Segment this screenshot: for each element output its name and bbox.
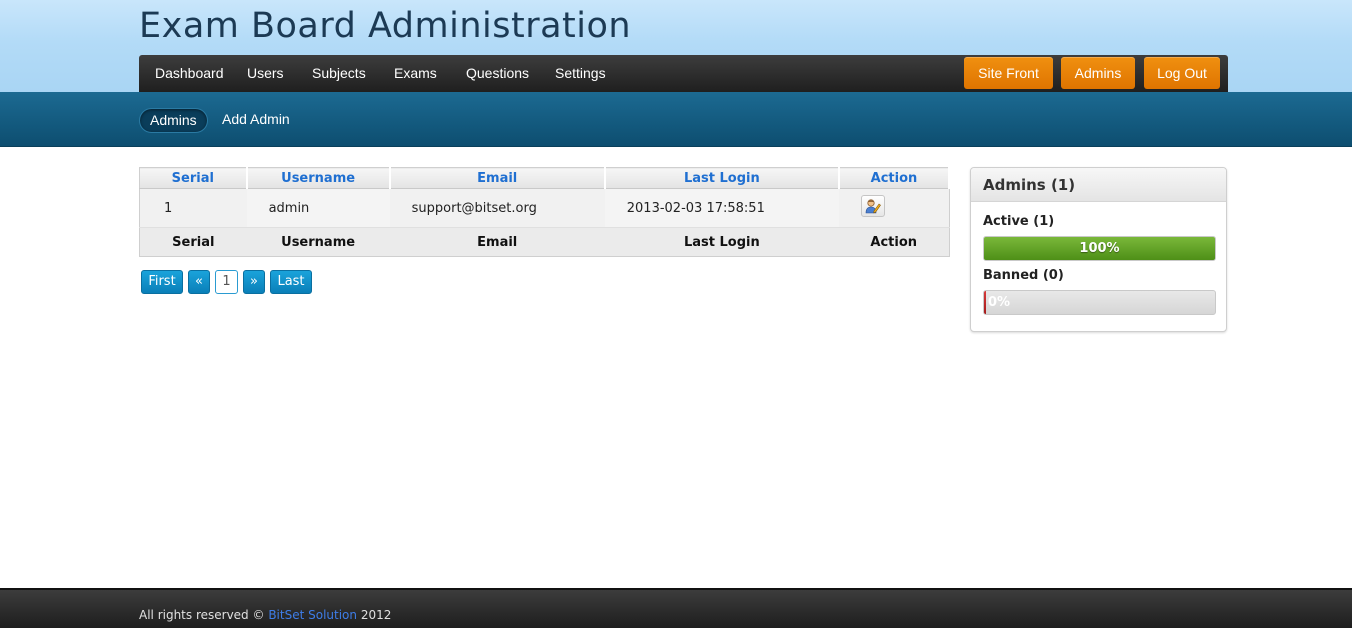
col-username-header[interactable]: Username xyxy=(246,167,391,189)
nav-users[interactable]: Users xyxy=(247,55,284,92)
footer-year: 2012 xyxy=(360,608,392,622)
nav-dashboard[interactable]: Dashboard xyxy=(155,55,224,92)
active-progress-bar: 100% xyxy=(983,236,1216,261)
banned-progress-bar: 0% xyxy=(983,290,1216,315)
panel-title: Admins (1) xyxy=(971,168,1226,202)
cell-action xyxy=(838,188,949,228)
col-serial-header[interactable]: Serial xyxy=(139,167,248,189)
active-label: Active (1) xyxy=(983,214,1055,229)
cell-serial: 1 xyxy=(139,188,247,228)
pagination-last[interactable]: Last xyxy=(270,270,312,294)
banned-progress-text: 0% xyxy=(988,295,1011,310)
nav-exams[interactable]: Exams xyxy=(394,55,437,92)
nav-questions[interactable]: Questions xyxy=(466,55,529,92)
admins-table: Serial Username Email Last Login Action … xyxy=(139,167,951,257)
main-nav: Dashboard Users Subjects Exams Questions… xyxy=(139,55,1228,92)
active-progress-text: 100% xyxy=(1079,241,1120,256)
footer-text: All rights reserved © BitSet Solution 20… xyxy=(139,608,391,622)
footer-company-link[interactable]: BitSet Solution xyxy=(268,608,357,622)
nav-settings[interactable]: Settings xyxy=(555,55,606,92)
subnav-add-admin[interactable]: Add Admin xyxy=(212,108,300,133)
col-email-header[interactable]: Email xyxy=(389,167,606,189)
cell-username: admin xyxy=(246,188,390,228)
footer-copyright: All rights reserved © xyxy=(139,608,265,622)
col-action-footer: Action xyxy=(838,227,949,257)
edit-admin-button[interactable] xyxy=(860,195,885,217)
admins-stats-panel: Admins (1) Active (1) 100% Banned (0) 0% xyxy=(970,167,1227,332)
table-footer-row: Serial Username Email Last Login Action xyxy=(139,227,949,257)
nav-subjects[interactable]: Subjects xyxy=(312,55,366,92)
site-front-button[interactable]: Site Front xyxy=(964,57,1053,89)
table-header-row: Serial Username Email Last Login Action xyxy=(139,167,951,189)
col-username-footer: Username xyxy=(246,227,390,257)
cell-last-login: 2013-02-03 17:58:51 xyxy=(604,188,839,228)
cell-email: support@bitset.org xyxy=(389,188,605,228)
col-last-login-footer: Last Login xyxy=(604,227,839,257)
subnav-admins[interactable]: Admins xyxy=(139,108,208,133)
pagination-current[interactable]: 1 xyxy=(215,270,238,294)
col-serial-footer: Serial xyxy=(139,227,247,257)
pagination-prev[interactable]: « xyxy=(188,270,210,294)
sub-nav: Admins Add Admin xyxy=(0,92,1352,147)
pagination-first[interactable]: First xyxy=(141,270,183,294)
col-action-header[interactable]: Action xyxy=(838,167,951,189)
banned-label: Banned (0) xyxy=(983,268,1064,283)
col-email-footer: Email xyxy=(389,227,605,257)
table-row: 1 admin support@bitset.org 2013-02-03 17… xyxy=(139,188,949,228)
admins-button[interactable]: Admins xyxy=(1061,57,1135,89)
footer: All rights reserved © BitSet Solution 20… xyxy=(0,588,1352,628)
pagination-next[interactable]: » xyxy=(243,270,265,294)
edit-user-icon xyxy=(865,199,881,214)
site-title: Exam Board Administration xyxy=(139,6,632,46)
log-out-button[interactable]: Log Out xyxy=(1144,57,1220,89)
page: Exam Board Administration Dashboard User… xyxy=(0,0,1352,628)
col-last-login-header[interactable]: Last Login xyxy=(604,167,840,189)
